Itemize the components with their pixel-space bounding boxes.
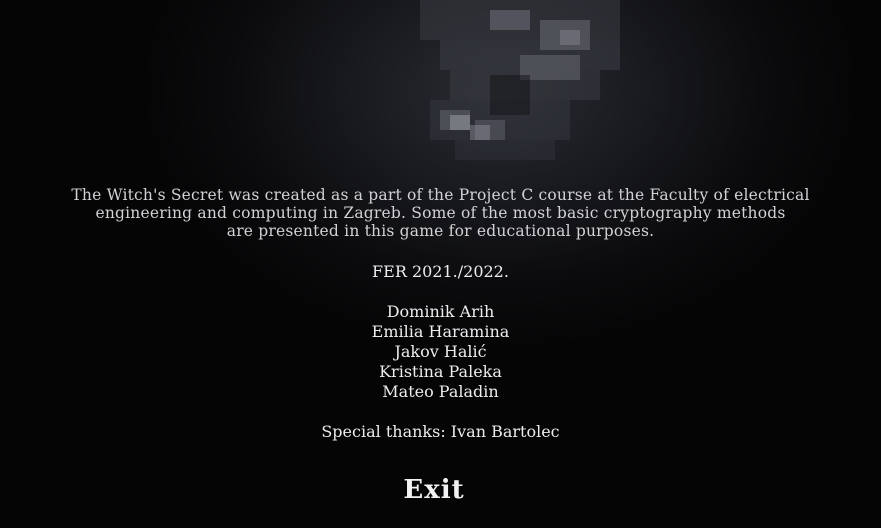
credits-intro-text: The Witch's Secret was created as a part…	[51, 186, 831, 240]
moon-background-image	[420, 0, 620, 160]
course-year: FER 2021./2022.	[372, 262, 509, 281]
special-thanks: Special thanks: Ivan Bartolec	[321, 422, 560, 441]
author-name: Mateo Paladin	[382, 382, 499, 401]
credits-screen: The Witch's Secret was created as a part…	[0, 0, 881, 528]
credits-block: The Witch's Secret was created as a part…	[0, 186, 881, 442]
intro-line: engineering and computing in Zagreb. Som…	[95, 204, 786, 222]
author-name: Kristina Paleka	[379, 362, 502, 381]
author-name: Jakov Halić	[394, 342, 487, 361]
exit-button[interactable]: Exit	[390, 472, 478, 508]
author-list: Dominik Arih Emilia Haramina Jakov Halić…	[0, 302, 881, 402]
author-name: Emilia Haramina	[371, 322, 510, 341]
intro-line: are presented in this game for education…	[226, 222, 655, 240]
intro-line: The Witch's Secret was created as a part…	[71, 186, 810, 204]
author-name: Dominik Arih	[386, 302, 495, 321]
